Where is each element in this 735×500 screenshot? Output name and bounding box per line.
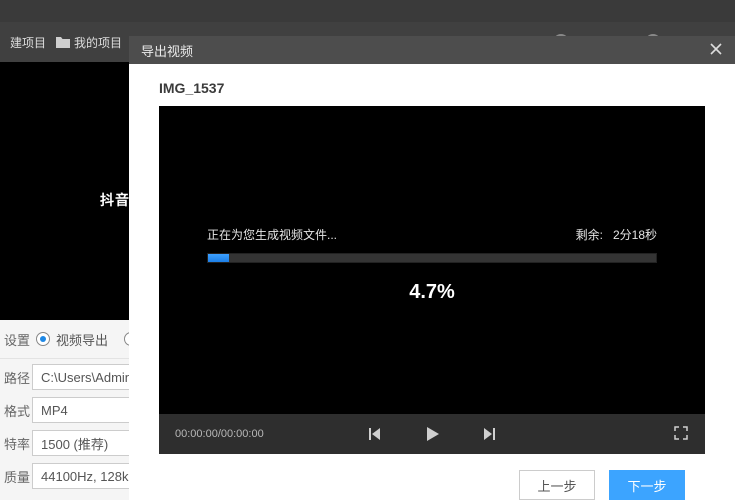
close-button[interactable]	[709, 42, 723, 59]
app-top-bar	[0, 0, 735, 23]
modal-body: IMG_1537 正在为您生成视频文件... 剩余: 2分18秒 4.7% 0	[129, 64, 735, 500]
play-icon[interactable]	[422, 424, 442, 444]
remaining-text: 剩余: 2分18秒	[576, 226, 657, 243]
bitrate-label: 特率	[4, 434, 32, 453]
modal-header: 导出视频	[129, 36, 735, 64]
next-step-button[interactable]: 下一步	[609, 470, 685, 500]
player-controls	[366, 424, 498, 444]
progress-bar	[207, 253, 657, 263]
progress-area: 正在为您生成视频文件... 剩余: 2分18秒 4.7%	[159, 226, 705, 304]
generating-text: 正在为您生成视频文件...	[207, 226, 337, 243]
menu-new-project[interactable]: 建项目	[10, 34, 46, 51]
prev-step-label: 上一步	[537, 476, 576, 495]
path-label: 路径	[4, 368, 32, 387]
modal-footer: 上一步 下一步	[159, 454, 705, 500]
settings-heading: 设置	[4, 330, 36, 349]
fullscreen-icon	[673, 425, 689, 441]
next-step-label: 下一步	[627, 476, 666, 495]
remaining-value: 2分18秒	[613, 228, 657, 242]
prev-track-icon[interactable]	[366, 426, 382, 442]
fullscreen-button[interactable]	[673, 425, 689, 444]
preview-box: 正在为您生成视频文件... 剩余: 2分18秒 4.7% 00:00:00/00…	[159, 106, 705, 454]
export-modal: 导出视频 IMG_1537 正在为您生成视频文件... 剩余: 2分18秒	[129, 36, 735, 500]
player-bar: 00:00:00/00:00:00	[159, 414, 705, 454]
remaining-label: 剩余:	[576, 228, 603, 242]
prev-step-button[interactable]: 上一步	[519, 470, 595, 500]
radio-video-export[interactable]	[36, 332, 50, 346]
folder-icon	[56, 36, 70, 48]
format-label: 格式	[4, 401, 32, 420]
export-filename: IMG_1537	[159, 80, 705, 96]
progress-percent: 4.7%	[207, 281, 657, 304]
video-preview-area: 抖音	[0, 62, 130, 320]
timecode: 00:00:00/00:00:00	[175, 428, 264, 440]
menu-my-projects-label: 我的项目	[74, 34, 122, 51]
radio-video-export-label: 视频导出	[56, 330, 108, 349]
menu-my-projects[interactable]: 我的项目	[56, 34, 122, 51]
progress-labels: 正在为您生成视频文件... 剩余: 2分18秒	[207, 226, 657, 243]
progress-fill	[208, 254, 229, 262]
close-icon	[709, 42, 723, 56]
preview-overlay-text: 抖音	[100, 190, 130, 210]
menu-new-project-label: 建项目	[10, 34, 46, 51]
next-track-icon[interactable]	[482, 426, 498, 442]
modal-header-title: 导出视频	[141, 41, 193, 60]
quality-label: 质量	[4, 467, 32, 486]
